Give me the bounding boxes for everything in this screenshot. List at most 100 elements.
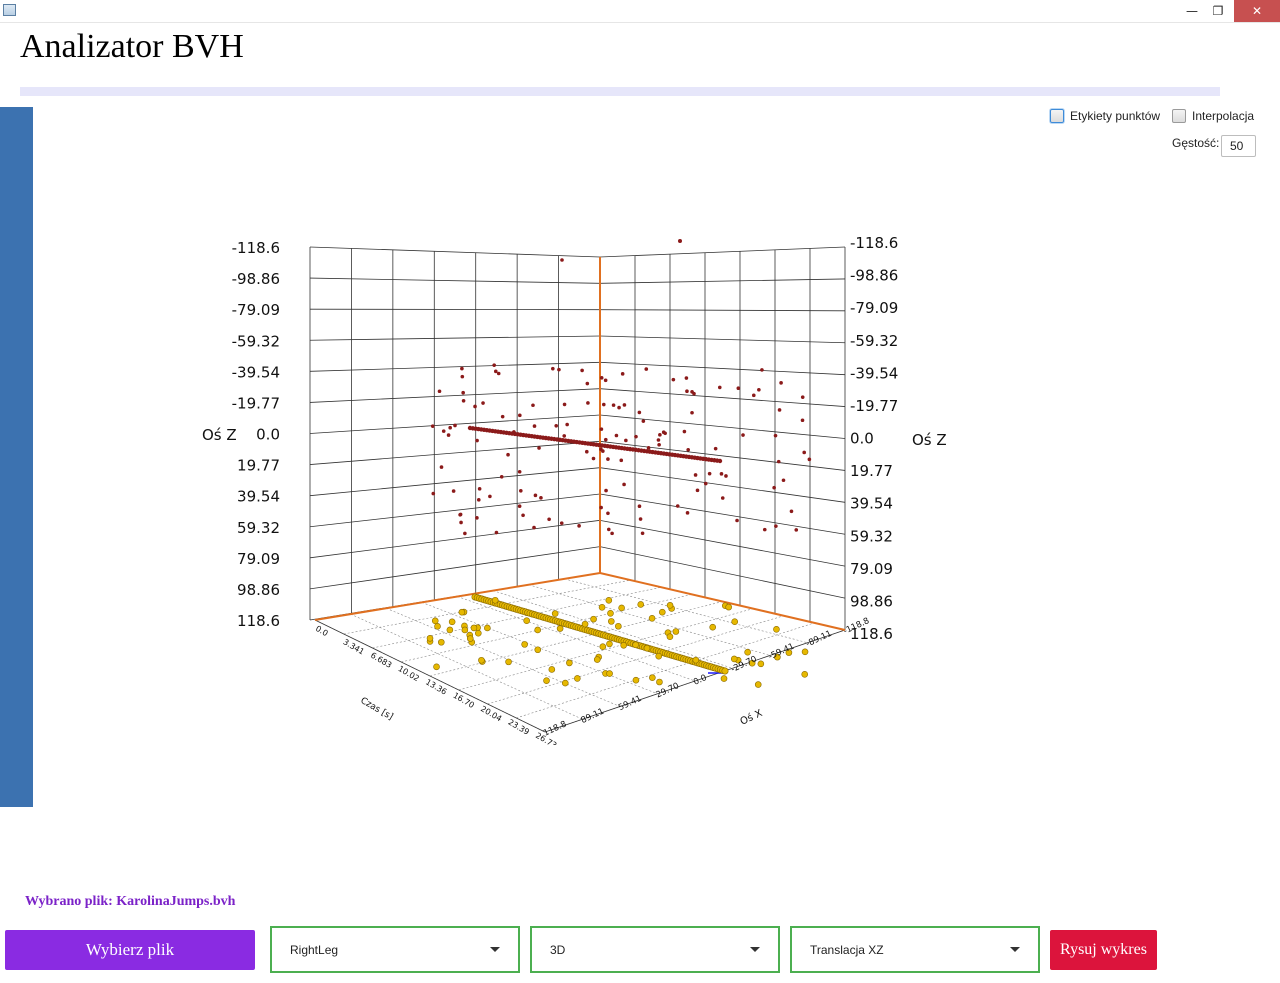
projection-point — [584, 449, 589, 454]
joint-select-value: RightLeg — [290, 942, 339, 957]
checkbox-box[interactable] — [1050, 109, 1064, 123]
time-tick-label: 16.70 — [452, 691, 476, 710]
floor-point — [561, 679, 569, 687]
projection-point — [614, 433, 619, 438]
projection-point — [713, 446, 718, 451]
floor-point — [470, 624, 478, 632]
projection-point — [685, 511, 690, 515]
projection-point — [603, 378, 608, 383]
floor-point — [581, 620, 589, 628]
projection-point — [707, 471, 712, 476]
z-axis-label-left: Oś Z — [202, 426, 237, 444]
mode-select-value: 3D — [550, 942, 566, 957]
projection-point — [606, 457, 610, 461]
channel-select-value: Translacja XZ — [810, 942, 884, 957]
projection-point — [451, 489, 456, 493]
projection-point — [671, 377, 676, 382]
grid-line — [309, 308, 601, 311]
floor-point — [606, 640, 613, 648]
projection-point — [537, 446, 541, 450]
projection-point — [762, 527, 767, 532]
channel-select[interactable]: Translacja XZ — [790, 926, 1040, 973]
close-button[interactable]: ✕ — [1234, 0, 1280, 22]
z-tick-label-left: -79.09 — [232, 301, 280, 319]
projection-point — [675, 504, 680, 508]
projection-point — [646, 446, 651, 450]
grid-line — [309, 546, 601, 590]
projection-point — [684, 376, 689, 380]
projection-point — [606, 527, 611, 532]
projection-point — [757, 387, 761, 392]
projection-point — [657, 442, 661, 447]
projection-point — [774, 524, 778, 528]
projection-point — [599, 447, 603, 452]
projection-point — [494, 530, 499, 535]
chart-floor — [314, 572, 846, 733]
floor-point — [801, 671, 809, 678]
floor-point — [648, 615, 656, 622]
grid-line — [599, 388, 846, 407]
projection-point — [678, 239, 682, 243]
grid-line — [599, 361, 846, 376]
z-tick-label-right: -118.6 — [850, 234, 898, 252]
z-tick-label-left: -118.6 — [232, 239, 280, 257]
projection-point — [641, 419, 646, 423]
floor-point — [649, 674, 656, 681]
floor-point — [725, 603, 732, 611]
floor-point — [466, 635, 474, 642]
restore-button[interactable]: ❐ — [1204, 0, 1232, 22]
projection-point — [591, 456, 596, 461]
projection-points — [430, 239, 812, 536]
draw-chart-button[interactable]: Rysuj wykres — [1050, 930, 1157, 970]
projection-point — [751, 393, 756, 398]
projection-point — [460, 366, 464, 371]
choose-file-button[interactable]: Wybierz plik — [5, 930, 255, 970]
projection-point — [624, 438, 628, 443]
grid-line — [309, 440, 601, 465]
floor-point — [491, 596, 499, 604]
chart-axes — [314, 257, 846, 674]
projection-point — [606, 511, 610, 516]
point-labels-checkbox[interactable]: Etykiety punktów — [1050, 107, 1160, 125]
density-input[interactable]: 50 — [1221, 135, 1256, 157]
projection-point — [690, 410, 694, 415]
projection-point — [781, 478, 786, 483]
floor-point — [608, 618, 615, 625]
projection-point — [619, 458, 624, 463]
time-tick-label: 13.36 — [424, 677, 448, 696]
floor-point — [637, 601, 645, 608]
projection-point — [577, 524, 581, 528]
projection-point — [637, 410, 642, 415]
floor-point — [632, 676, 640, 684]
mode-select[interactable]: 3D — [530, 926, 780, 973]
projection-point — [661, 430, 666, 435]
projection-point — [521, 513, 525, 518]
projection-point — [656, 438, 661, 442]
projection-point — [779, 381, 783, 385]
projection-point — [461, 398, 466, 403]
floor-point — [731, 618, 739, 626]
grid-line — [309, 388, 601, 403]
projection-point — [446, 433, 451, 437]
floor-point — [607, 610, 614, 617]
floor-point — [757, 660, 765, 668]
projection-point — [512, 430, 516, 434]
floor-point — [658, 608, 666, 616]
floor-point — [721, 667, 729, 675]
chart-3d: -118.6 -118.6 -98.86 -98.86 -79.09 -79.09 -59.… — [202, 234, 947, 745]
projection-point — [685, 389, 689, 394]
joint-select[interactable]: RightLeg — [270, 926, 520, 973]
z-tick-label-left: 98.86 — [237, 581, 280, 599]
z-tick-label-left: -59.32 — [232, 332, 280, 350]
checkbox-box[interactable] — [1172, 109, 1186, 123]
minimize-button[interactable]: — — [1178, 0, 1206, 22]
z-tick-label-right: 0.0 — [850, 430, 874, 448]
z-tick-label-right: -19.77 — [850, 397, 898, 415]
projection-point — [585, 381, 590, 386]
interpolation-checkbox[interactable]: Interpolacja — [1172, 107, 1254, 125]
z-tick-label-right: 59.32 — [850, 527, 893, 545]
projection-point — [506, 452, 510, 457]
time-tick-label: 3.341 — [342, 637, 366, 656]
point-labels-label: Etykiety punktów — [1070, 109, 1161, 123]
progress-bar — [20, 87, 1220, 96]
